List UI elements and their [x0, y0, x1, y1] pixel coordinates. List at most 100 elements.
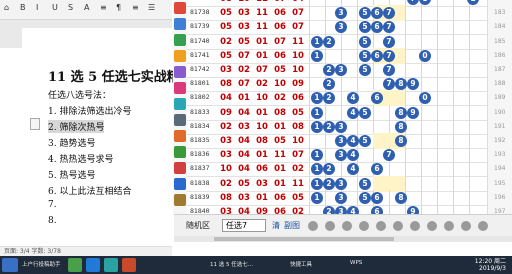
- number-ball: 0: [419, 92, 431, 105]
- app-shortcut-icon[interactable]: [174, 194, 186, 206]
- row-index: 187: [494, 66, 506, 73]
- app-icon[interactable]: [68, 258, 82, 272]
- chart-button[interactable]: 副图: [284, 220, 300, 231]
- number-ball: 1: [311, 106, 323, 119]
- number-select-button[interactable]: [410, 221, 420, 231]
- ribbon-tool-icon[interactable]: B: [20, 3, 26, 12]
- number-ball: 3: [335, 120, 347, 133]
- app-shortcut-icon[interactable]: [174, 114, 186, 126]
- document-line: 3. 趋势选号: [48, 139, 96, 149]
- row-index: 185: [494, 37, 506, 45]
- number-select-button[interactable]: [325, 221, 335, 231]
- ribbon-tool-icon[interactable]: ¶: [116, 3, 121, 12]
- app-shortcut-icon[interactable]: [174, 178, 186, 190]
- random-zone-label: 随机区: [186, 221, 210, 230]
- draw-issue: 81835: [190, 136, 210, 144]
- app-shortcut-icon[interactable]: [174, 34, 186, 46]
- number-ball: 5: [359, 177, 371, 190]
- document-line: 8.: [48, 216, 57, 226]
- number-select-button[interactable]: [444, 221, 454, 231]
- number-ball: 4: [347, 149, 359, 162]
- app-icon[interactable]: [104, 258, 118, 272]
- draw-issue: 81833: [190, 107, 210, 116]
- app-icon[interactable]: [122, 258, 136, 272]
- row-index: 186: [494, 51, 506, 59]
- number-ball: 2: [323, 177, 335, 190]
- app-shortcut-icon[interactable]: [174, 66, 186, 78]
- number-ball: 4: [347, 106, 359, 119]
- clear-button[interactable]: 清: [272, 220, 280, 231]
- number-select-button[interactable]: [308, 221, 318, 231]
- taskbar-item-0[interactable]: 上户行投稿助手: [22, 260, 61, 268]
- row-index: 195: [494, 179, 506, 187]
- document-line: 6. 以上此法互相结合: [48, 187, 132, 197]
- scrollbar-thumb[interactable]: [214, 237, 394, 241]
- document-window: ⌂ B I U S A ≡ ¶ ≡ ☰ 11 选 5 任选七实战精 任选八选号法： 1. 排除法筛选…: [0, 0, 180, 256]
- number-ball: 8: [395, 78, 407, 91]
- taskbar-item-1[interactable]: 11 选 5 任选七...: [210, 260, 253, 268]
- number-ball: 2: [323, 163, 335, 176]
- number-select-button[interactable]: [478, 221, 488, 231]
- number-ball: 2: [323, 64, 335, 76]
- number-ball: 3: [335, 149, 347, 162]
- number-select-button[interactable]: [427, 221, 437, 231]
- number-ball: 3: [335, 64, 347, 76]
- draw-issue: 81839: [190, 192, 210, 201]
- number-ball: 6: [371, 191, 383, 204]
- ribbon-tool-icon[interactable]: ≡: [100, 3, 107, 12]
- taskbar-item-3[interactable]: WPS: [350, 260, 362, 266]
- start-button[interactable]: [2, 258, 18, 272]
- number-ball: 0: [419, 49, 431, 62]
- number-select-button[interactable]: [359, 221, 369, 231]
- draw-issue: 81837: [190, 164, 210, 173]
- number-ball: 1: [311, 49, 323, 62]
- ribbon-tool-icon[interactable]: ☰: [148, 3, 155, 12]
- horizontal-scrollbar[interactable]: [174, 236, 512, 242]
- number-ball: 1: [311, 163, 323, 176]
- app-shortcut-icon[interactable]: [174, 98, 186, 110]
- ribbon-tool-icon[interactable]: I: [36, 3, 38, 12]
- document-page[interactable]: [22, 28, 172, 254]
- number-select-button[interactable]: [393, 221, 403, 231]
- row-index: 193: [494, 151, 506, 159]
- app-shortcut-icon[interactable]: [174, 50, 186, 62]
- mode-select[interactable]: 任选7: [222, 219, 266, 232]
- number-ball: 7: [383, 35, 395, 48]
- selection-toolbar: 随机区 任选7 清 副图: [174, 214, 512, 236]
- number-ball: 6: [371, 163, 383, 176]
- number-ball: 9: [407, 78, 419, 91]
- ribbon-tool-icon[interactable]: ⌂: [4, 3, 9, 12]
- app-shortcut-icon[interactable]: [174, 130, 186, 142]
- number-ball: 2: [323, 120, 335, 133]
- number-select-button[interactable]: [461, 221, 471, 231]
- document-title: 11 选 5 任选七实战精: [48, 70, 180, 85]
- app-shortcut-icon[interactable]: [174, 82, 186, 94]
- number-ball: 5: [359, 106, 371, 119]
- clock-date: 2019/9/3: [479, 265, 506, 272]
- app-shortcut-icon[interactable]: [174, 2, 186, 14]
- number-ball: 1: [311, 149, 323, 162]
- app-icon[interactable]: [86, 258, 100, 272]
- draw-issue: 81838: [190, 178, 210, 187]
- number-ball: 5: [359, 49, 371, 62]
- number-ball: 8: [395, 191, 407, 204]
- ribbon-tool-icon[interactable]: ≡: [132, 3, 139, 12]
- draw-issue: 81802: [190, 93, 210, 102]
- number-ball: 4: [347, 92, 359, 105]
- number-ball: 7: [383, 49, 395, 62]
- app-shortcut-icon[interactable]: [174, 18, 186, 30]
- row-index: 182: [494, 0, 505, 2]
- document-line: 5. 热号选号: [48, 171, 96, 181]
- number-select-button[interactable]: [376, 221, 386, 231]
- number-ball: 5: [359, 135, 371, 147]
- number-select-button[interactable]: [342, 221, 352, 231]
- number-ball: 5: [359, 64, 371, 76]
- taskbar-item-2[interactable]: 快捷工具: [290, 260, 312, 268]
- ribbon-tool-icon[interactable]: U: [52, 3, 58, 12]
- ribbon-tool-icon[interactable]: A: [84, 3, 89, 12]
- ribbon-tool-icon[interactable]: S: [68, 3, 73, 12]
- app-shortcut-icon[interactable]: [174, 146, 186, 158]
- number-ball: 3: [335, 21, 347, 34]
- number-ball: 5: [359, 191, 371, 204]
- app-shortcut-icon[interactable]: [174, 162, 186, 174]
